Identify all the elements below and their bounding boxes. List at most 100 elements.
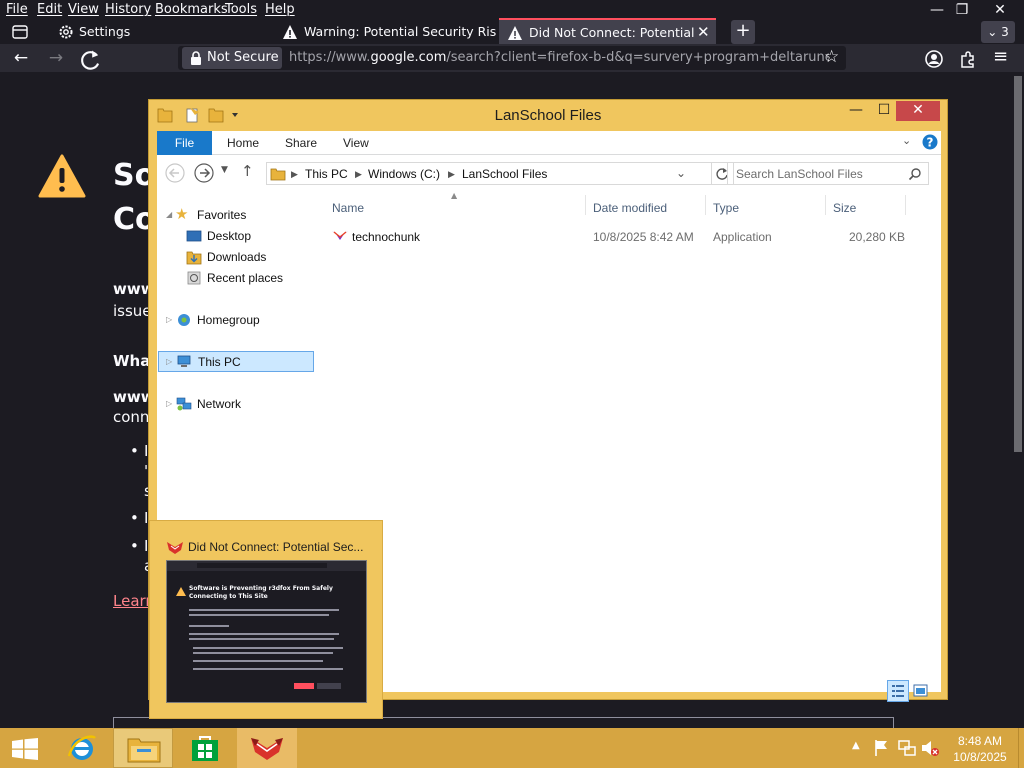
show-desktop-button[interactable]	[1018, 728, 1024, 768]
action-center-flag-icon[interactable]	[874, 739, 890, 757]
menu-view[interactable]: View	[68, 2, 99, 17]
expander-icon[interactable]: ◢	[166, 210, 172, 219]
window-close-button[interactable]: ✕	[985, 0, 1015, 20]
scrollbar-thumb[interactable]	[1014, 76, 1022, 452]
recent-locations-icon[interactable]: ▼	[221, 165, 228, 175]
taskbar-r3dfox[interactable]	[237, 728, 297, 768]
bullet-dot: •	[130, 442, 139, 460]
address-bar[interactable]: ▶ This PC ▶ Windows (C:) ▶ LanSchool Fil…	[266, 162, 712, 185]
account-icon[interactable]	[924, 49, 944, 69]
taskbar-store[interactable]	[175, 728, 235, 768]
explorer-maximize-button[interactable]: ☐	[870, 101, 898, 121]
new-tab-button[interactable]: +	[731, 20, 755, 44]
windows-start-icon[interactable]	[12, 738, 38, 760]
column-separator[interactable]	[705, 195, 706, 215]
large-icons-view-icon[interactable]	[913, 684, 928, 697]
menu-bar: File Edit View History Bookmarks Tools H…	[0, 0, 1024, 20]
ribbon-tab-home[interactable]: Home	[227, 131, 259, 155]
up-arrow-icon[interactable]: ↑	[241, 162, 254, 180]
hamburger-menu-icon[interactable]: ≡	[993, 46, 1008, 67]
explorer-titlebar[interactable]: LanSchool Files — ☐ ✕	[149, 100, 947, 130]
file-name[interactable]: technochunk	[352, 230, 420, 244]
page-scrollbar[interactable]	[1012, 72, 1024, 728]
close-icon[interactable]: ✕	[697, 23, 710, 41]
back-button[interactable]: ←	[8, 46, 34, 70]
view-toggle[interactable]	[887, 680, 933, 702]
taskbar-internet-explorer[interactable]	[52, 728, 112, 768]
forward-arrow-icon[interactable]	[194, 163, 214, 183]
r3dfox-icon	[251, 738, 283, 760]
show-hidden-icons-chevron[interactable]: ▲	[852, 740, 860, 751]
details-view-icon[interactable]	[892, 685, 904, 697]
explorer-minimize-button[interactable]: —	[842, 101, 870, 121]
expander-icon[interactable]: ▷	[166, 315, 172, 324]
ribbon-tab-file[interactable]: File	[157, 131, 212, 155]
nav-label: Desktop	[207, 229, 252, 243]
column-header-size[interactable]: Size	[833, 201, 856, 215]
not-secure-badge[interactable]: Not Secure	[182, 47, 282, 69]
ribbon-tab-view[interactable]: View	[343, 131, 369, 155]
help-icon[interactable]: ?	[922, 134, 938, 150]
tab-did-not-connect[interactable]: Did Not Connect: Potential Secu ✕	[499, 18, 716, 44]
ribbon-tab-share[interactable]: Share	[285, 131, 317, 155]
tab-list-icon[interactable]	[11, 23, 29, 41]
nav-label: Homegroup	[197, 313, 260, 327]
network-tray-icon[interactable]	[898, 739, 916, 757]
menu-bookmarks[interactable]: Bookmarks	[155, 2, 228, 17]
breadcrumb-windows-c[interactable]: Windows (C:)	[368, 167, 440, 181]
tab-label: Warning: Potential Security Risk	[304, 24, 497, 39]
breadcrumb-lanschool-files[interactable]: LanSchool Files	[462, 167, 547, 181]
column-header-name[interactable]: Name	[332, 201, 364, 215]
breadcrumb-this-pc[interactable]: This PC	[305, 167, 348, 181]
column-header-date[interactable]: Date modified	[593, 201, 667, 215]
column-separator[interactable]	[905, 195, 906, 215]
reload-icon[interactable]	[78, 48, 104, 72]
back-arrow-icon[interactable]	[165, 163, 185, 183]
search-input[interactable]: Search LanSchool Files	[727, 162, 929, 185]
nav-recent-places[interactable]: Recent places	[157, 268, 317, 288]
taskbar-thumbnail-preview[interactable]: Did Not Connect: Potential Sec... Softwa…	[149, 520, 383, 719]
nav-desktop[interactable]: Desktop	[157, 226, 317, 246]
url-bar[interactable]: Not Secure https://www.google.com/search…	[178, 46, 846, 70]
computer-icon	[177, 355, 191, 367]
bullet-dot: •	[130, 509, 139, 527]
not-secure-label: Not Secure	[207, 50, 279, 65]
thumb-text-line	[193, 647, 343, 649]
chevron-right-icon[interactable]: ▶	[355, 169, 362, 180]
thumb-button	[317, 683, 341, 689]
column-separator[interactable]	[585, 195, 586, 215]
column-header-type[interactable]: Type	[713, 201, 739, 215]
menu-history[interactable]: History	[105, 2, 151, 17]
extensions-icon[interactable]	[958, 49, 978, 69]
chevron-down-icon[interactable]: ⌄	[676, 166, 686, 180]
tab-warning[interactable]: Warning: Potential Security Risk	[275, 20, 497, 44]
menu-file[interactable]: File	[6, 2, 28, 17]
expander-icon[interactable]: ▷	[166, 399, 172, 408]
menu-help[interactable]: Help	[265, 2, 295, 17]
chevron-right-icon[interactable]: ▶	[291, 169, 298, 180]
menu-edit[interactable]: Edit	[37, 2, 62, 17]
column-separator[interactable]	[825, 195, 826, 215]
nav-network[interactable]: ▷ Network	[157, 394, 317, 414]
volume-muted-icon[interactable]	[921, 739, 939, 757]
taskbar-file-explorer[interactable]	[113, 728, 173, 768]
tab-settings[interactable]: Settings	[48, 20, 270, 44]
nav-this-pc[interactable]: ▷ This PC	[158, 351, 314, 372]
search-icon[interactable]	[908, 167, 922, 181]
menu-tools[interactable]: Tools	[225, 2, 257, 17]
star-icon[interactable]: ☆	[824, 47, 839, 67]
preview-thumbnail[interactable]: Software is Preventing r3dfox From Safel…	[166, 560, 367, 703]
nav-favorites[interactable]: ◢ ★ Favorites	[157, 205, 317, 225]
forward-button[interactable]: →	[43, 46, 69, 70]
application-icon	[332, 231, 348, 240]
nav-homegroup[interactable]: ▷ Homegroup	[157, 310, 317, 330]
nav-downloads[interactable]: Downloads	[157, 247, 317, 267]
explorer-close-button[interactable]: ✕	[896, 101, 940, 121]
tray-clock[interactable]: 8:48 AM 10/8/2025	[944, 733, 1016, 765]
expander-icon[interactable]: ▷	[166, 357, 172, 366]
chevron-down-icon[interactable]: ⌄	[902, 134, 911, 147]
chevron-right-icon[interactable]: ▶	[448, 169, 455, 180]
url-text[interactable]: https://www.google.com/search?client=fir…	[289, 50, 829, 65]
restore-button[interactable]: ❐	[947, 0, 977, 20]
tab-overflow-button[interactable]: ⌄ 3	[981, 21, 1015, 43]
